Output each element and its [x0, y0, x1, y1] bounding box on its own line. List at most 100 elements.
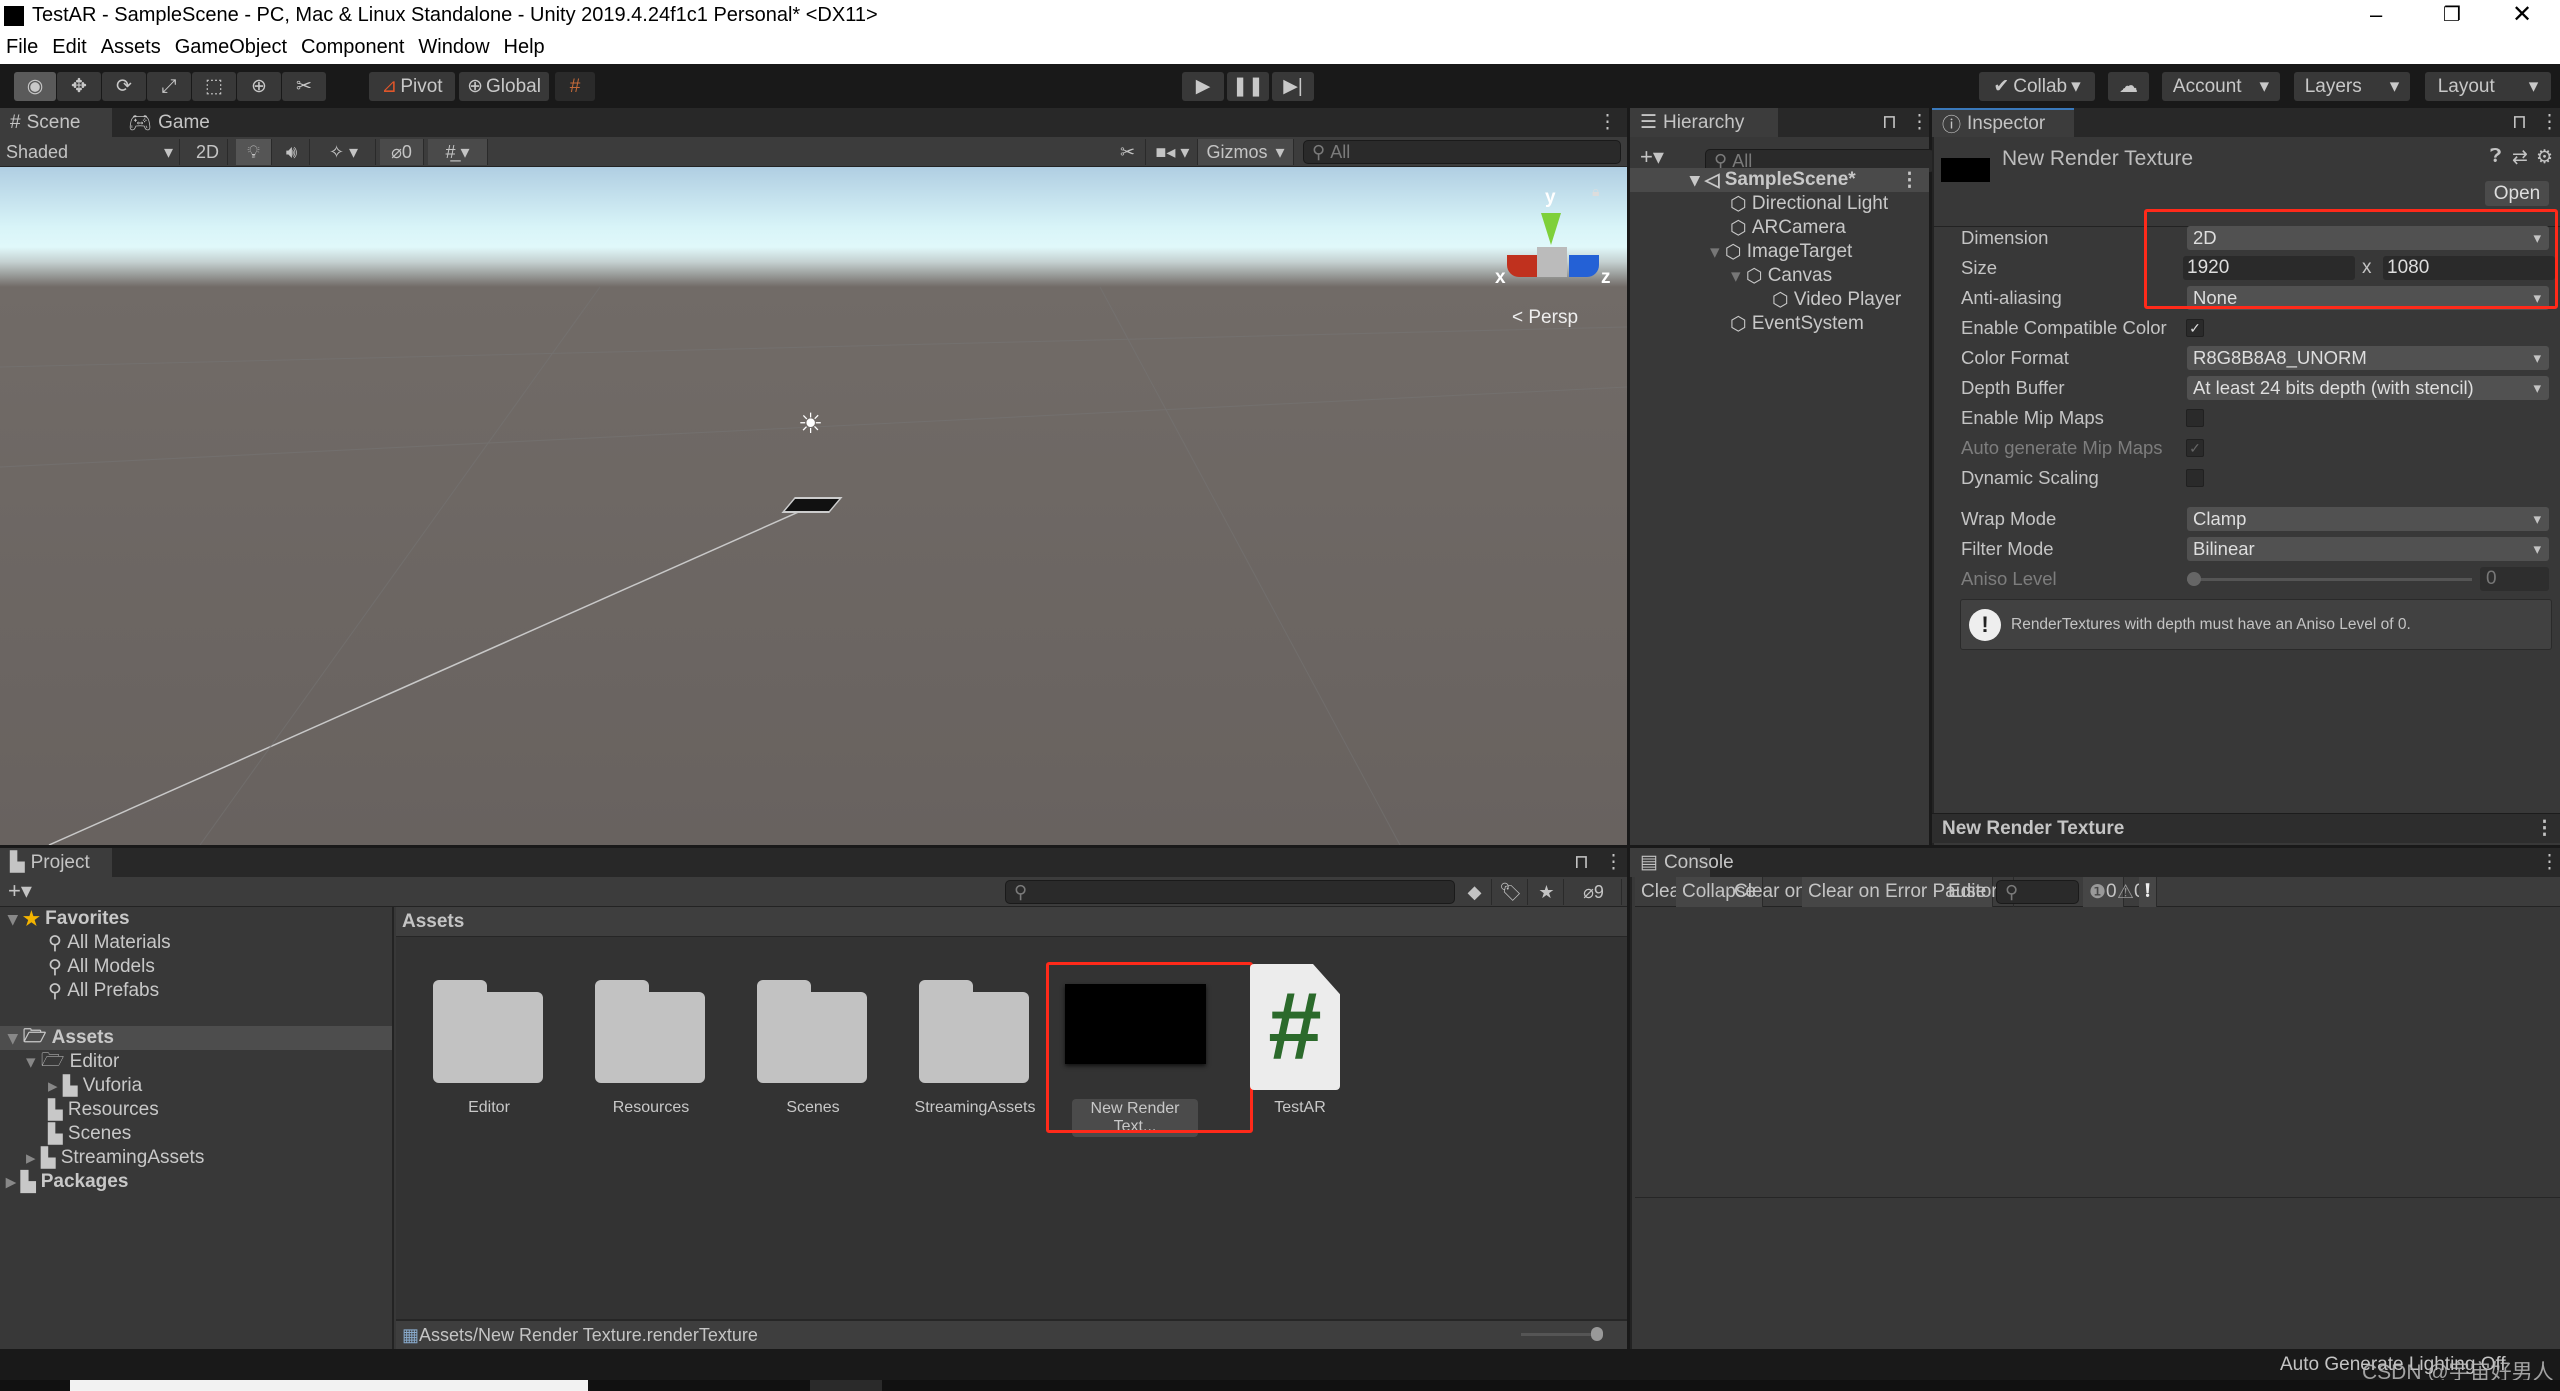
lock-icon[interactable]: ⊓: [1574, 851, 1589, 874]
taskbar-search-box[interactable]: [70, 1380, 588, 1391]
more-icon[interactable]: ⋮: [1598, 111, 1617, 134]
favorites-button[interactable]: ★: [1530, 879, 1564, 905]
create-button[interactable]: +▾: [8, 878, 32, 904]
menu-window[interactable]: Window: [418, 36, 489, 59]
more-icon[interactable]: ⋮: [2535, 817, 2554, 840]
move-tool-button[interactable]: ✥: [57, 72, 101, 101]
collapse-arrow-icon[interactable]: ▸: [26, 1147, 41, 1170]
hidden-packages-toggle[interactable]: ⌀ 9: [1566, 879, 1622, 905]
expand-arrow-icon[interactable]: ▾: [8, 908, 23, 931]
cloud-button[interactable]: ☁: [2108, 72, 2149, 101]
favorite-item[interactable]: ⚲ All Materials: [48, 931, 171, 955]
audio-toggle[interactable]: 🔊︎: [274, 139, 310, 165]
tree-streaming[interactable]: ▸ ▙ StreamingAssets: [26, 1146, 204, 1170]
tools-toggle[interactable]: ✂: [1110, 139, 1146, 165]
scene-viewport[interactable]: ☀ y x z 🔒︎ < Persp: [0, 167, 1627, 845]
slider-handle[interactable]: [2187, 572, 2201, 586]
transform-tool-button[interactable]: ⊕: [237, 72, 281, 101]
camera-dropdown[interactable]: ■◂ ▾: [1148, 139, 1198, 165]
global-button[interactable]: ⊕ Global: [459, 72, 549, 101]
account-dropdown[interactable]: Account ▾: [2162, 72, 2280, 101]
expand-arrow-icon[interactable]: ▾: [26, 1051, 41, 1074]
tree-editor[interactable]: ▾ 🗁 Editor: [26, 1050, 119, 1074]
menu-edit[interactable]: Edit: [52, 36, 86, 59]
shading-dropdown[interactable]: Shaded ▾: [0, 139, 180, 165]
collapse-arrow-icon[interactable]: ▸: [48, 1075, 63, 1098]
compat-color-checkbox[interactable]: ✓: [2186, 319, 2204, 337]
search-by-label-button[interactable]: 🏷︎: [1494, 879, 1528, 905]
menu-gameobject[interactable]: GameObject: [175, 36, 287, 59]
effects-dropdown[interactable]: ✧ ▾: [312, 139, 376, 165]
more-icon[interactable]: ⋮: [1604, 851, 1623, 874]
tab-hierarchy[interactable]: ☰ Hierarchy: [1630, 108, 1778, 137]
hierarchy-item[interactable]: ⬡ Directional Light: [1730, 192, 1888, 216]
filter-mode-dropdown[interactable]: Bilinear: [2187, 537, 2549, 561]
expand-arrow-icon[interactable]: ▾: [1731, 265, 1746, 288]
tree-resources[interactable]: ▙ Resources: [48, 1098, 159, 1122]
2d-toggle[interactable]: 2D: [188, 139, 228, 165]
collapse-arrow-icon[interactable]: ▸: [6, 1171, 21, 1194]
close-button[interactable]: ✕: [2512, 0, 2532, 29]
hierarchy-item[interactable]: ⬡ Video Player: [1772, 288, 1901, 312]
depth-buffer-dropdown[interactable]: At least 24 bits depth (with stencil): [2187, 376, 2549, 400]
aniso-level-field[interactable]: 0: [2480, 567, 2549, 591]
gizmos-dropdown[interactable]: Gizmos ▾: [1198, 139, 1294, 165]
favorite-item[interactable]: ⚲ All Prefabs: [48, 979, 159, 1003]
aniso-level-slider[interactable]: [2187, 572, 2472, 586]
grid-dropdown[interactable]: #̲ ▾: [428, 139, 488, 165]
preview-bar[interactable]: New Render Texture ⋮: [1932, 813, 2560, 843]
menu-component[interactable]: Component: [301, 36, 404, 59]
icon-size-slider[interactable]: [1521, 1327, 1603, 1341]
lock-icon[interactable]: ⊓: [1882, 111, 1897, 134]
tab-console[interactable]: ▤ Console: [1630, 848, 1734, 877]
menu-assets[interactable]: Assets: [101, 36, 161, 59]
mip-maps-checkbox[interactable]: [2186, 409, 2204, 427]
snap-button[interactable]: #: [555, 72, 595, 101]
more-icon[interactable]: ⋮: [1910, 111, 1929, 134]
create-button[interactable]: +▾: [1640, 144, 1664, 170]
expand-arrow-icon[interactable]: ▾: [1710, 241, 1725, 264]
hierarchy-item[interactable]: ▾ ⬡ Canvas: [1731, 264, 1832, 288]
open-button[interactable]: Open: [2485, 181, 2549, 206]
help-icon[interactable]: ❓︎: [2490, 146, 2501, 168]
console-search-input[interactable]: ⚲: [1996, 880, 2079, 904]
pause-button[interactable]: ❚❚: [1227, 72, 1269, 101]
more-icon[interactable]: ⋮: [2540, 111, 2559, 134]
hierarchy-item[interactable]: ⬡ ARCamera: [1730, 216, 1846, 240]
tree-packages[interactable]: ▸ ▙ Packages: [6, 1170, 128, 1194]
project-search-input[interactable]: ⚲: [1005, 880, 1455, 904]
hidden-objects-toggle[interactable]: ⌀ 0: [380, 139, 424, 165]
tree-vuforia[interactable]: ▸ ▙ Vuforia: [48, 1074, 142, 1098]
more-icon[interactable]: ⋮: [2540, 851, 2559, 874]
custom-tool-button[interactable]: ✂: [282, 72, 326, 101]
rotate-tool-button[interactable]: ⟳: [102, 72, 146, 101]
hierarchy-item[interactable]: ▾ ⬡ ImageTarget: [1710, 240, 1852, 264]
console-detail-area[interactable]: [1635, 1199, 2560, 1347]
lock-icon[interactable]: 🔒︎: [1592, 183, 1599, 200]
play-button[interactable]: ▶: [1182, 72, 1224, 101]
persp-toggle[interactable]: < Persp: [1512, 307, 1578, 329]
menu-help[interactable]: Help: [504, 36, 545, 59]
more-icon[interactable]: ⋮: [1900, 169, 1919, 192]
color-format-dropdown[interactable]: R8G8B8A8_UNORM: [2187, 346, 2549, 370]
favorite-item[interactable]: ⚲ All Models: [48, 955, 155, 979]
favorites-header[interactable]: ▾ ★ Favorites: [8, 907, 130, 931]
error-filter-toggle[interactable]: ❗︎: [2139, 877, 2158, 907]
scene-search-input[interactable]: ⚲ All: [1303, 140, 1621, 164]
lock-icon[interactable]: ⊓: [2512, 111, 2527, 134]
tab-inspector[interactable]: ⓘ Inspector: [1932, 108, 2074, 137]
expand-arrow-icon[interactable]: ▾: [8, 1027, 23, 1050]
step-button[interactable]: ▶|: [1272, 72, 1314, 101]
layers-dropdown[interactable]: Layers ▾: [2294, 72, 2410, 101]
menu-file[interactable]: File: [6, 36, 38, 59]
taskbar-item[interactable]: [810, 1380, 882, 1391]
pivot-button[interactable]: ⊿ Pivot: [369, 72, 455, 101]
lighting-toggle[interactable]: 💡︎: [236, 139, 272, 165]
maximize-button[interactable]: ❐: [2443, 2, 2461, 27]
layout-dropdown[interactable]: Layout ▾: [2425, 72, 2551, 101]
tab-project[interactable]: ▙ Project: [0, 848, 112, 877]
minimize-button[interactable]: –: [2370, 2, 2382, 28]
slider-handle[interactable]: [1591, 1327, 1603, 1341]
rect-tool-button[interactable]: ⬚: [192, 72, 236, 101]
tab-game[interactable]: 🎮︎ Game: [118, 108, 220, 137]
